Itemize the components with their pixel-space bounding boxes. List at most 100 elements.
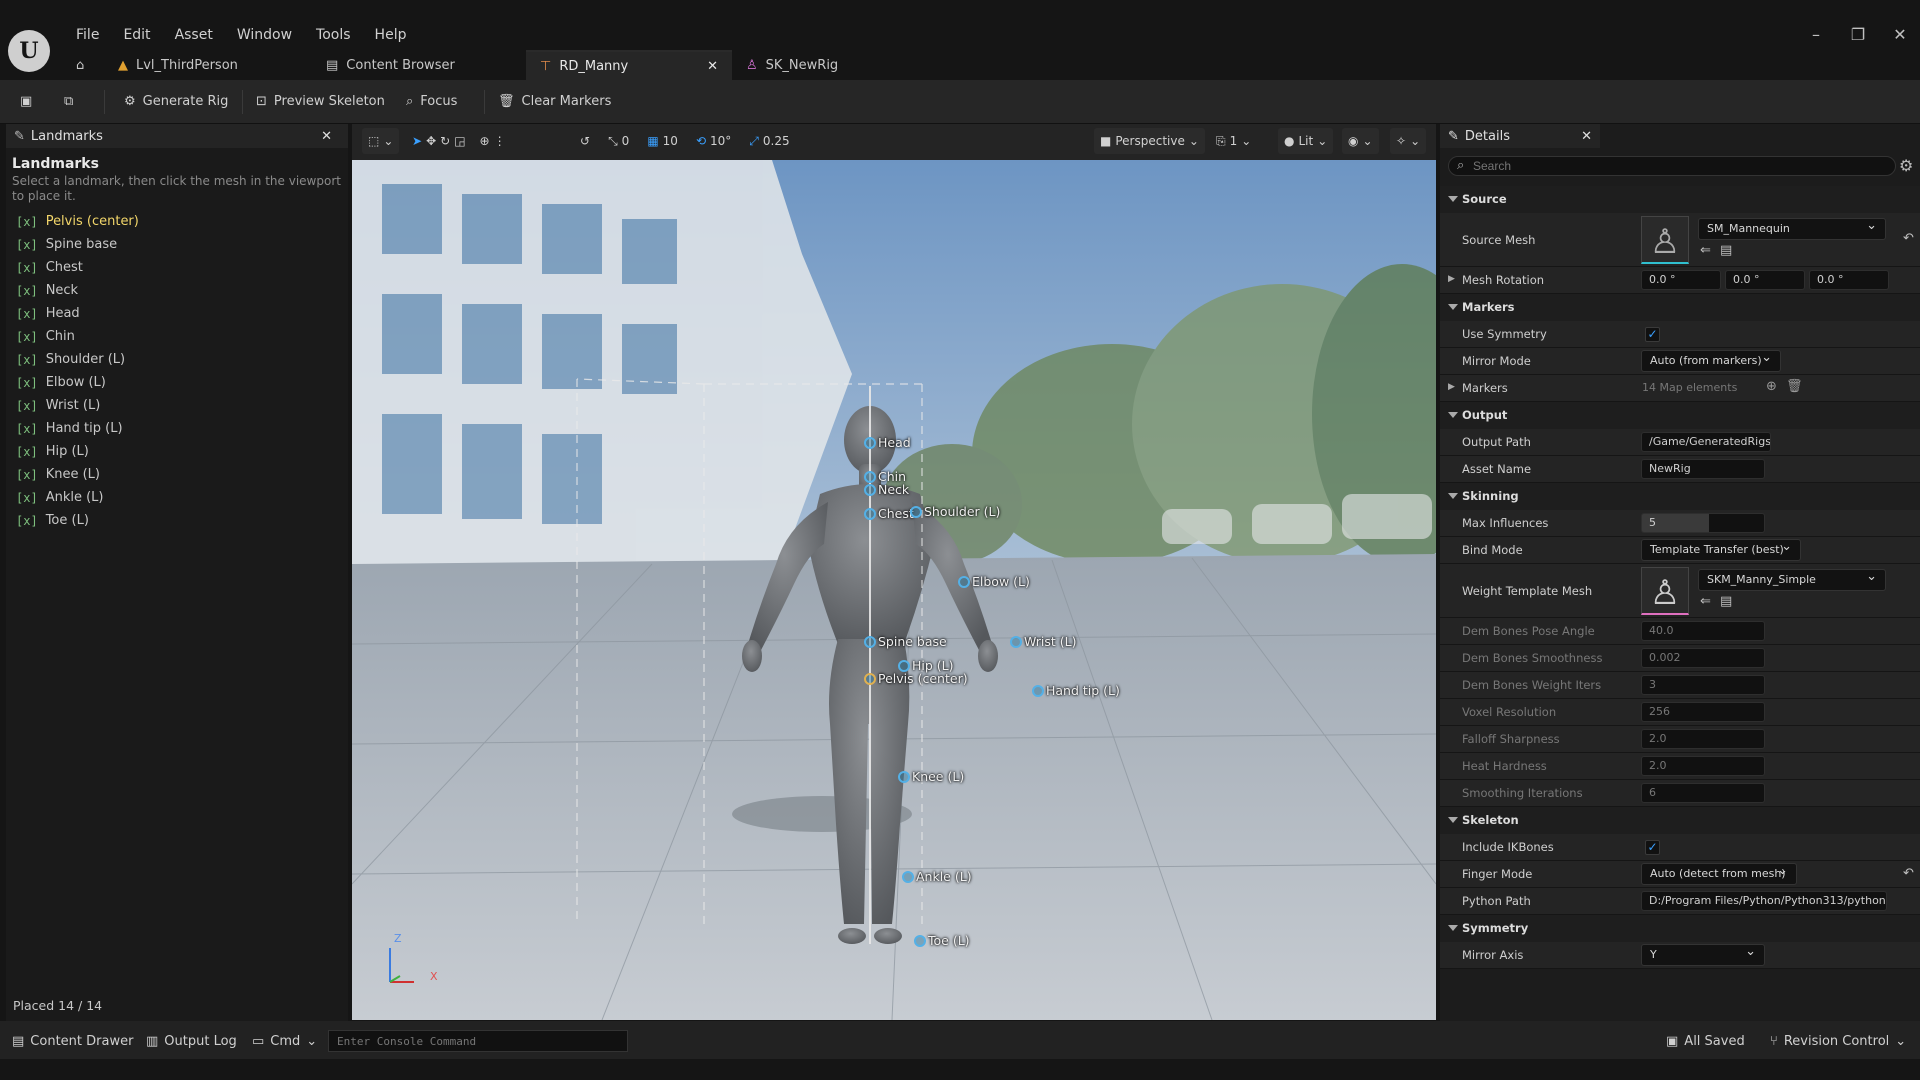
section-markers[interactable]: Markers [1440, 294, 1920, 321]
menu-asset[interactable]: Asset [163, 24, 225, 46]
include-ik-checkbox[interactable]: ✓ [1645, 840, 1660, 855]
grid-snap-icon[interactable]: ▦ [647, 134, 658, 148]
mirror-axis-combo[interactable]: Y [1641, 944, 1765, 966]
revision-control-button[interactable]: ⑂ Revision Control ⌄ [1764, 1029, 1912, 1053]
translate-snap-icon[interactable]: ⤡ [608, 134, 618, 149]
reset-icon[interactable]: ↶ [1903, 866, 1914, 881]
use-selected-icon[interactable]: ⇐ [1700, 594, 1711, 609]
tab-lvl-thirdperson[interactable]: ▲ Lvl_ThirdPerson [104, 50, 312, 80]
world-local-icon[interactable]: ⊕ [480, 134, 490, 148]
settings-gear-icon[interactable]: ⚙ [1899, 156, 1913, 175]
output-log-button[interactable]: ▥ Output Log [140, 1029, 243, 1053]
marker-spine-base[interactable]: Spine base [864, 634, 947, 649]
tab-sk-newrig[interactable]: ♙ SK_NewRig [732, 50, 852, 80]
move-icon[interactable]: ✥ [426, 134, 436, 148]
details-search[interactable]: ⌕ [1448, 156, 1896, 176]
menu-tools[interactable]: Tools [304, 24, 363, 46]
menu-window[interactable]: Window [225, 24, 304, 46]
asset-name-field[interactable]: NewRig [1641, 459, 1765, 479]
browse-asset-icon[interactable]: ⧉ [54, 86, 83, 116]
marker-neck[interactable]: Neck [864, 482, 909, 497]
smoothing-field[interactable]: 6 [1641, 783, 1765, 803]
surface-snap-icon[interactable]: ↺ [580, 134, 590, 148]
select-mode-dropdown[interactable]: ⬚ ⌄ [362, 128, 400, 154]
home-icon[interactable]: ⌂ [64, 50, 104, 80]
more-options-icon[interactable]: ⋮ [494, 134, 506, 148]
menu-edit[interactable]: Edit [111, 24, 162, 46]
output-path-field[interactable]: /Game/GeneratedRigs [1641, 432, 1771, 452]
scale-icon[interactable]: ◲ [454, 134, 465, 148]
voxel-field[interactable]: 256 [1641, 702, 1765, 722]
marker-chest[interactable]: Chest [864, 506, 914, 521]
preview-skeleton-button[interactable]: ⊡ Preview Skeleton [246, 86, 395, 116]
bind-mode-combo[interactable]: Template Transfer (best) [1641, 539, 1801, 561]
unreal-logo-icon[interactable]: U [8, 30, 50, 72]
landmark-item[interactable]: [x] Head [6, 302, 348, 325]
section-symmetry[interactable]: Symmetry [1440, 915, 1920, 942]
landmark-item[interactable]: [x] Pelvis (center) [6, 210, 348, 233]
scale-snap-value[interactable]: 0.25 [763, 134, 790, 148]
restore-icon[interactable]: ❐ [1840, 22, 1876, 48]
close-panel-icon[interactable]: ✕ [321, 129, 332, 144]
clear-markers-button[interactable]: 🗑 Clear Markers [488, 86, 621, 116]
landmarks-tab[interactable]: ✎ Landmarks ✕ [6, 124, 348, 148]
marker-pelvis[interactable]: Pelvis (center) [864, 671, 968, 686]
section-skeleton[interactable]: Skeleton [1440, 807, 1920, 834]
scale-snap-icon[interactable]: ⤢ [749, 134, 759, 149]
rotate-icon[interactable]: ↻ [440, 134, 450, 148]
landmark-item[interactable]: [x] Hip (L) [6, 440, 348, 463]
add-element-icon[interactable]: ⊕ [1766, 379, 1777, 394]
menu-help[interactable]: Help [363, 24, 419, 46]
landmark-item[interactable]: [x] Neck [6, 279, 348, 302]
expand-icon[interactable]: ▶ [1448, 382, 1455, 392]
use-selected-icon[interactable]: ⇐ [1700, 243, 1711, 258]
marker-shoulder[interactable]: Shoulder (L) [910, 504, 1000, 519]
source-mesh-thumbnail[interactable]: ♙ [1641, 216, 1689, 264]
landmark-item[interactable]: [x] Wrist (L) [6, 394, 348, 417]
landmark-item[interactable]: [x] Shoulder (L) [6, 348, 348, 371]
close-panel-icon[interactable]: ✕ [1581, 129, 1592, 144]
marker-hand-tip[interactable]: Hand tip (L) [1032, 683, 1120, 698]
menu-file[interactable]: File [64, 24, 111, 46]
select-arrow-icon[interactable]: ➤ [412, 134, 422, 148]
marker-head[interactable]: Head [864, 435, 911, 450]
landmark-item[interactable]: [x] Chest [6, 256, 348, 279]
dem-iters-field[interactable]: 3 [1641, 675, 1765, 695]
section-source[interactable]: Source [1440, 186, 1920, 213]
marker-toe[interactable]: Toe (L) [914, 933, 970, 948]
rotation-z-field[interactable]: 0.0 ° [1809, 270, 1889, 290]
rotate-snap-icon[interactable]: ⟲ [696, 134, 706, 148]
marker-elbow[interactable]: Elbow (L) [958, 574, 1030, 589]
section-skinning[interactable]: Skinning [1440, 483, 1920, 510]
translate-snap-value[interactable]: 0 [622, 134, 630, 148]
perspective-dropdown[interactable]: ■ Perspective ⌄ [1094, 128, 1205, 154]
all-saved-button[interactable]: ▣ All Saved [1660, 1029, 1751, 1053]
viewport[interactable]: ⬚ ⌄ ➤ ✥ ↻ ◲ ⊕ ⋮ ↺ ⤡ 0 ▦ 10 ⟲ 10° ⤢ 0.25 ■… [352, 124, 1436, 1020]
cmd-dropdown[interactable]: ▭ Cmd ⌄ [246, 1029, 323, 1053]
details-search-input[interactable] [1473, 158, 1873, 174]
rotation-y-field[interactable]: 0.0 ° [1725, 270, 1805, 290]
dem-pose-field[interactable]: 40.0 [1641, 621, 1765, 641]
weight-template-combo[interactable]: SKM_Manny_Simple [1698, 569, 1886, 591]
marker-wrist[interactable]: Wrist (L) [1010, 634, 1077, 649]
landmark-item[interactable]: [x] Spine base [6, 233, 348, 256]
finger-mode-combo[interactable]: Auto (detect from mesh) [1641, 863, 1797, 885]
tab-rd-manny[interactable]: ⊤ RD_Manny ✕ [526, 50, 732, 80]
rotate-snap-value[interactable]: 10° [710, 134, 731, 148]
details-tab[interactable]: ✎ Details ✕ [1440, 124, 1600, 148]
heat-field[interactable]: 2.0 [1641, 756, 1765, 776]
mirror-mode-combo[interactable]: Auto (from markers) [1641, 350, 1781, 372]
close-window-icon[interactable]: ✕ [1882, 22, 1918, 48]
expand-icon[interactable]: ▶ [1448, 274, 1455, 284]
landmark-item[interactable]: [x] Elbow (L) [6, 371, 348, 394]
rotation-x-field[interactable]: 0.0 ° [1641, 270, 1721, 290]
browse-icon[interactable]: ▤ [1720, 243, 1732, 258]
save-icon[interactable]: ▣ [10, 86, 42, 116]
falloff-field[interactable]: 2.0 [1641, 729, 1765, 749]
close-tab-icon[interactable]: ✕ [707, 59, 718, 74]
console-command-input[interactable] [328, 1030, 628, 1052]
focus-button[interactable]: ⌕ Focus [396, 86, 467, 116]
camera-speed-dropdown[interactable]: ⎘ 1 ⌄ [1210, 128, 1257, 154]
marker-knee[interactable]: Knee (L) [898, 769, 964, 784]
weight-template-thumbnail[interactable]: ♙ [1641, 567, 1689, 615]
